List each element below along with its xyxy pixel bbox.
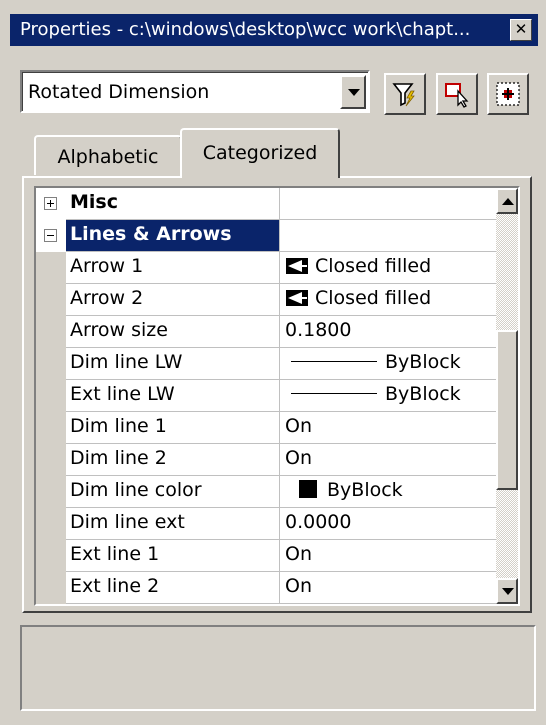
property-value[interactable]: ByBlock (281, 348, 461, 379)
tab-panel: Misc Lines & Arrows Arrow 1 Closed fille… (22, 176, 532, 613)
property-value[interactable]: 0.0000 (281, 508, 351, 539)
property-name: Ext line 1 (66, 540, 280, 571)
property-row-dim-line-2[interactable]: Dim line 2 On (36, 444, 497, 476)
collapse-icon[interactable] (44, 229, 57, 242)
vertical-scrollbar[interactable] (496, 188, 518, 604)
property-row-dim-line-ext[interactable]: Dim line ext 0.0000 (36, 508, 497, 540)
properties-window: Properties - c:\windows\desktop\wcc work… (0, 0, 546, 725)
property-list: Misc Lines & Arrows Arrow 1 Closed fille… (36, 188, 497, 604)
dropdown-arrow-button[interactable] (340, 75, 366, 109)
select-objects-button[interactable] (436, 73, 478, 115)
property-name: Arrow size (66, 316, 280, 347)
property-value[interactable]: ByBlock (281, 380, 461, 411)
property-name: Dim line LW (66, 348, 280, 379)
property-value-text: ByBlock (327, 479, 403, 501)
closed-filled-arrow-icon (286, 290, 308, 306)
property-row-dim-line-color[interactable]: Dim line color ByBlock (36, 476, 497, 508)
property-name: Ext line LW (66, 380, 280, 411)
closed-filled-arrow-icon (286, 258, 308, 274)
property-row-arrow-size[interactable]: Arrow size 0.1800 (36, 316, 497, 348)
object-type-value: Rotated Dimension (28, 81, 210, 103)
property-value-text: Closed filled (315, 255, 432, 277)
toggle-pickadd-button[interactable] (487, 73, 529, 115)
property-name: Ext line 2 (66, 572, 280, 603)
property-value[interactable]: On (281, 412, 312, 443)
property-value[interactable]: 0.1800 (281, 316, 351, 347)
description-panel (20, 625, 536, 711)
property-value[interactable]: Closed filled (281, 284, 431, 315)
quick-select-icon (392, 83, 415, 107)
property-row-ext-line-2[interactable]: Ext line 2 On (36, 572, 497, 604)
property-value[interactable]: ByBlock (281, 476, 403, 507)
tab-categorized[interactable]: Categorized (180, 128, 340, 178)
property-name: Dim line 1 (66, 412, 280, 443)
object-type-dropdown[interactable]: Rotated Dimension (20, 70, 370, 113)
property-row-ext-line-lw[interactable]: Ext line LW ByBlock (36, 380, 497, 412)
property-grid: Misc Lines & Arrows Arrow 1 Closed fille… (34, 186, 520, 606)
property-row-ext-line-1[interactable]: Ext line 1 On (36, 540, 497, 572)
property-value[interactable]: On (281, 444, 312, 475)
property-name: Arrow 1 (66, 252, 280, 283)
property-value-text: ByBlock (385, 351, 461, 373)
tab-alphabetic[interactable]: Alphabetic (34, 135, 182, 175)
property-name: Dim line 2 (66, 444, 280, 475)
scroll-down-button[interactable] (496, 578, 518, 604)
scroll-thumb[interactable] (496, 330, 518, 490)
lineweight-sample (291, 393, 377, 394)
property-value-text: Closed filled (315, 287, 432, 309)
window-title: Properties - c:\windows\desktop\wcc work… (20, 19, 471, 40)
category-misc[interactable]: Misc (36, 188, 497, 220)
property-row-arrow-2[interactable]: Arrow 2 Closed filled (36, 284, 497, 316)
property-value[interactable]: On (281, 540, 312, 571)
property-value-text: ByBlock (385, 383, 461, 405)
property-value[interactable]: Closed filled (281, 252, 431, 283)
expand-icon[interactable] (44, 197, 57, 210)
property-value[interactable]: On (281, 572, 312, 603)
property-row-dim-line-lw[interactable]: Dim line LW ByBlock (36, 348, 497, 380)
property-name: Dim line ext (66, 508, 280, 539)
category-label: Misc (66, 188, 280, 219)
property-name: Arrow 2 (66, 284, 280, 315)
lineweight-sample (291, 361, 377, 362)
property-name: Dim line color (66, 476, 280, 507)
color-swatch (299, 480, 317, 498)
select-objects-icon (445, 83, 469, 108)
property-row-dim-line-1[interactable]: Dim line 1 On (36, 412, 497, 444)
property-row-arrow-1[interactable]: Arrow 1 Closed filled (36, 252, 497, 284)
toggle-pickadd-icon (496, 82, 520, 106)
category-lines-arrows[interactable]: Lines & Arrows (36, 220, 497, 252)
scroll-up-button[interactable] (496, 188, 518, 214)
close-button[interactable]: ✕ (510, 19, 532, 41)
title-bar[interactable]: Properties - c:\windows\desktop\wcc work… (10, 14, 538, 46)
quick-select-button[interactable] (384, 73, 426, 115)
category-label: Lines & Arrows (66, 220, 280, 251)
